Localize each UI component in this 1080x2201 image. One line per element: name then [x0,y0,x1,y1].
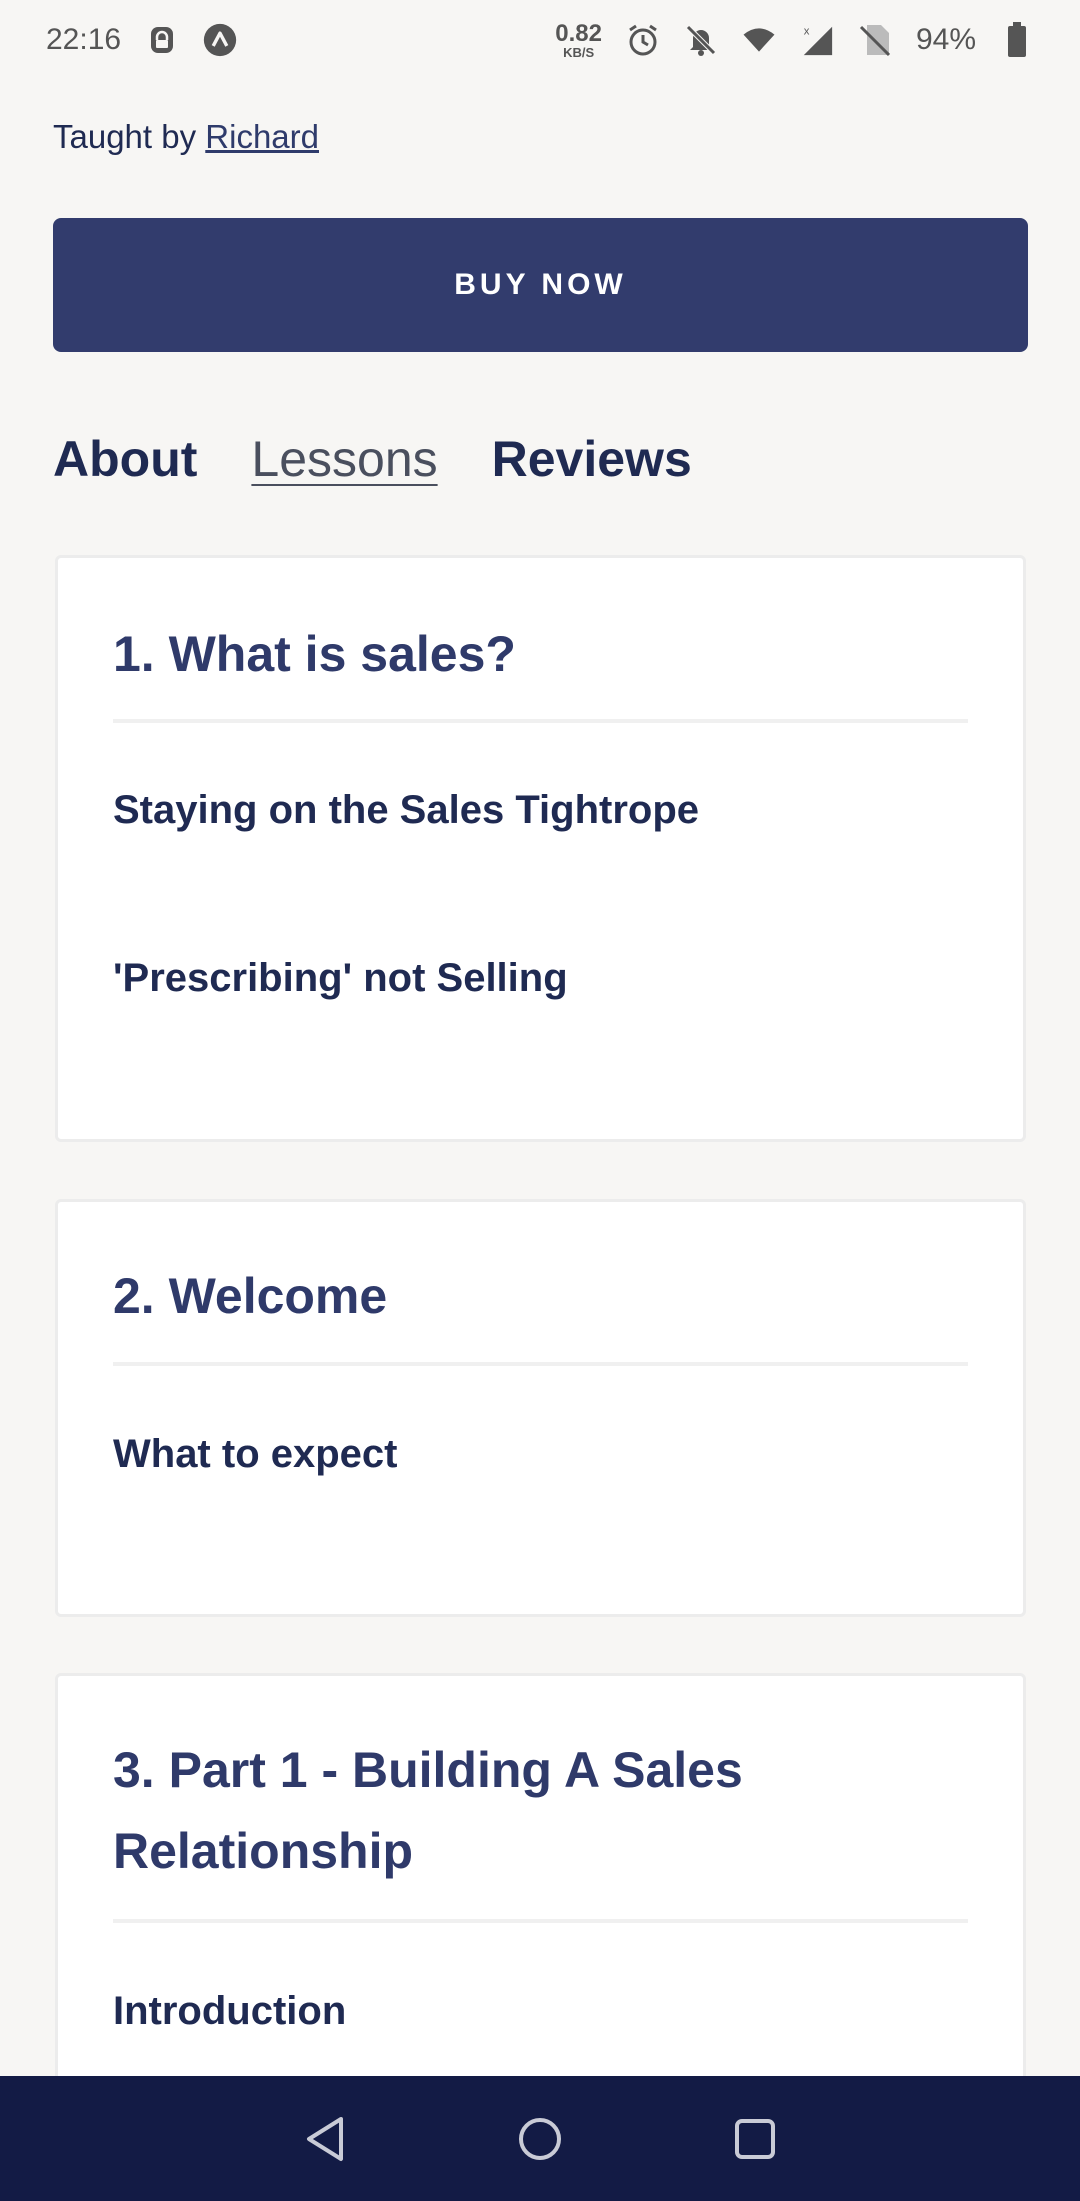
back-icon[interactable] [295,2109,355,2169]
wifi-icon [742,23,776,57]
lesson-item[interactable]: Introduction [113,1989,346,2034]
battery-icon [1000,22,1034,57]
cell-signal-icon: x [800,23,834,57]
tab-reviews[interactable]: Reviews [492,430,692,488]
section-title: 2. Welcome [113,1268,388,1324]
lesson-item[interactable]: 'Prescribing' not Selling [113,956,568,1001]
svg-text:x: x [804,25,810,37]
section-divider [113,719,968,723]
battery-level: 94% [915,23,976,56]
navigation-bar [0,2076,1080,2201]
lesson-item[interactable]: Staying on the Sales Tightrope [113,788,699,833]
no-sim-icon [858,23,892,57]
buy-now-button[interactable]: BUY NOW [53,218,1028,352]
tab-lessons[interactable]: Lessons [251,430,437,488]
taught-by: Taught by Richard [53,118,319,156]
section-divider [113,1362,968,1366]
course-tabs: About Lessons Reviews [53,430,692,488]
status-bar: 22:16 0.82 KB/S x 94% [0,0,1080,80]
section-title-continued: Relationship [113,1823,414,1879]
taught-by-label: Taught by [53,118,197,155]
section-card: 1. What is sales? Staying on the Sales T… [55,555,1026,1142]
status-time: 22:16 [46,23,122,56]
section-card: 3. Part 1 - Building A Sales Relationshi… [55,1673,1026,2113]
section-title: 3. Part 1 - Building A Sales [113,1742,743,1798]
recents-icon[interactable] [725,2109,785,2169]
alarm-icon [626,23,660,57]
section-title: 1. What is sales? [113,626,516,682]
tab-about[interactable]: About [53,430,197,488]
section-divider [113,1919,968,1923]
home-icon[interactable] [510,2109,570,2169]
section-card: 2. Welcome What to expect [55,1199,1026,1617]
instructor-link[interactable]: Richard [205,118,319,155]
app-notification-icon [203,23,237,57]
lesson-item[interactable]: What to expect [113,1432,397,1477]
lock-badge-icon [145,23,179,57]
notifications-off-icon [684,23,718,57]
network-speed: 0.82 KB/S [555,19,602,60]
